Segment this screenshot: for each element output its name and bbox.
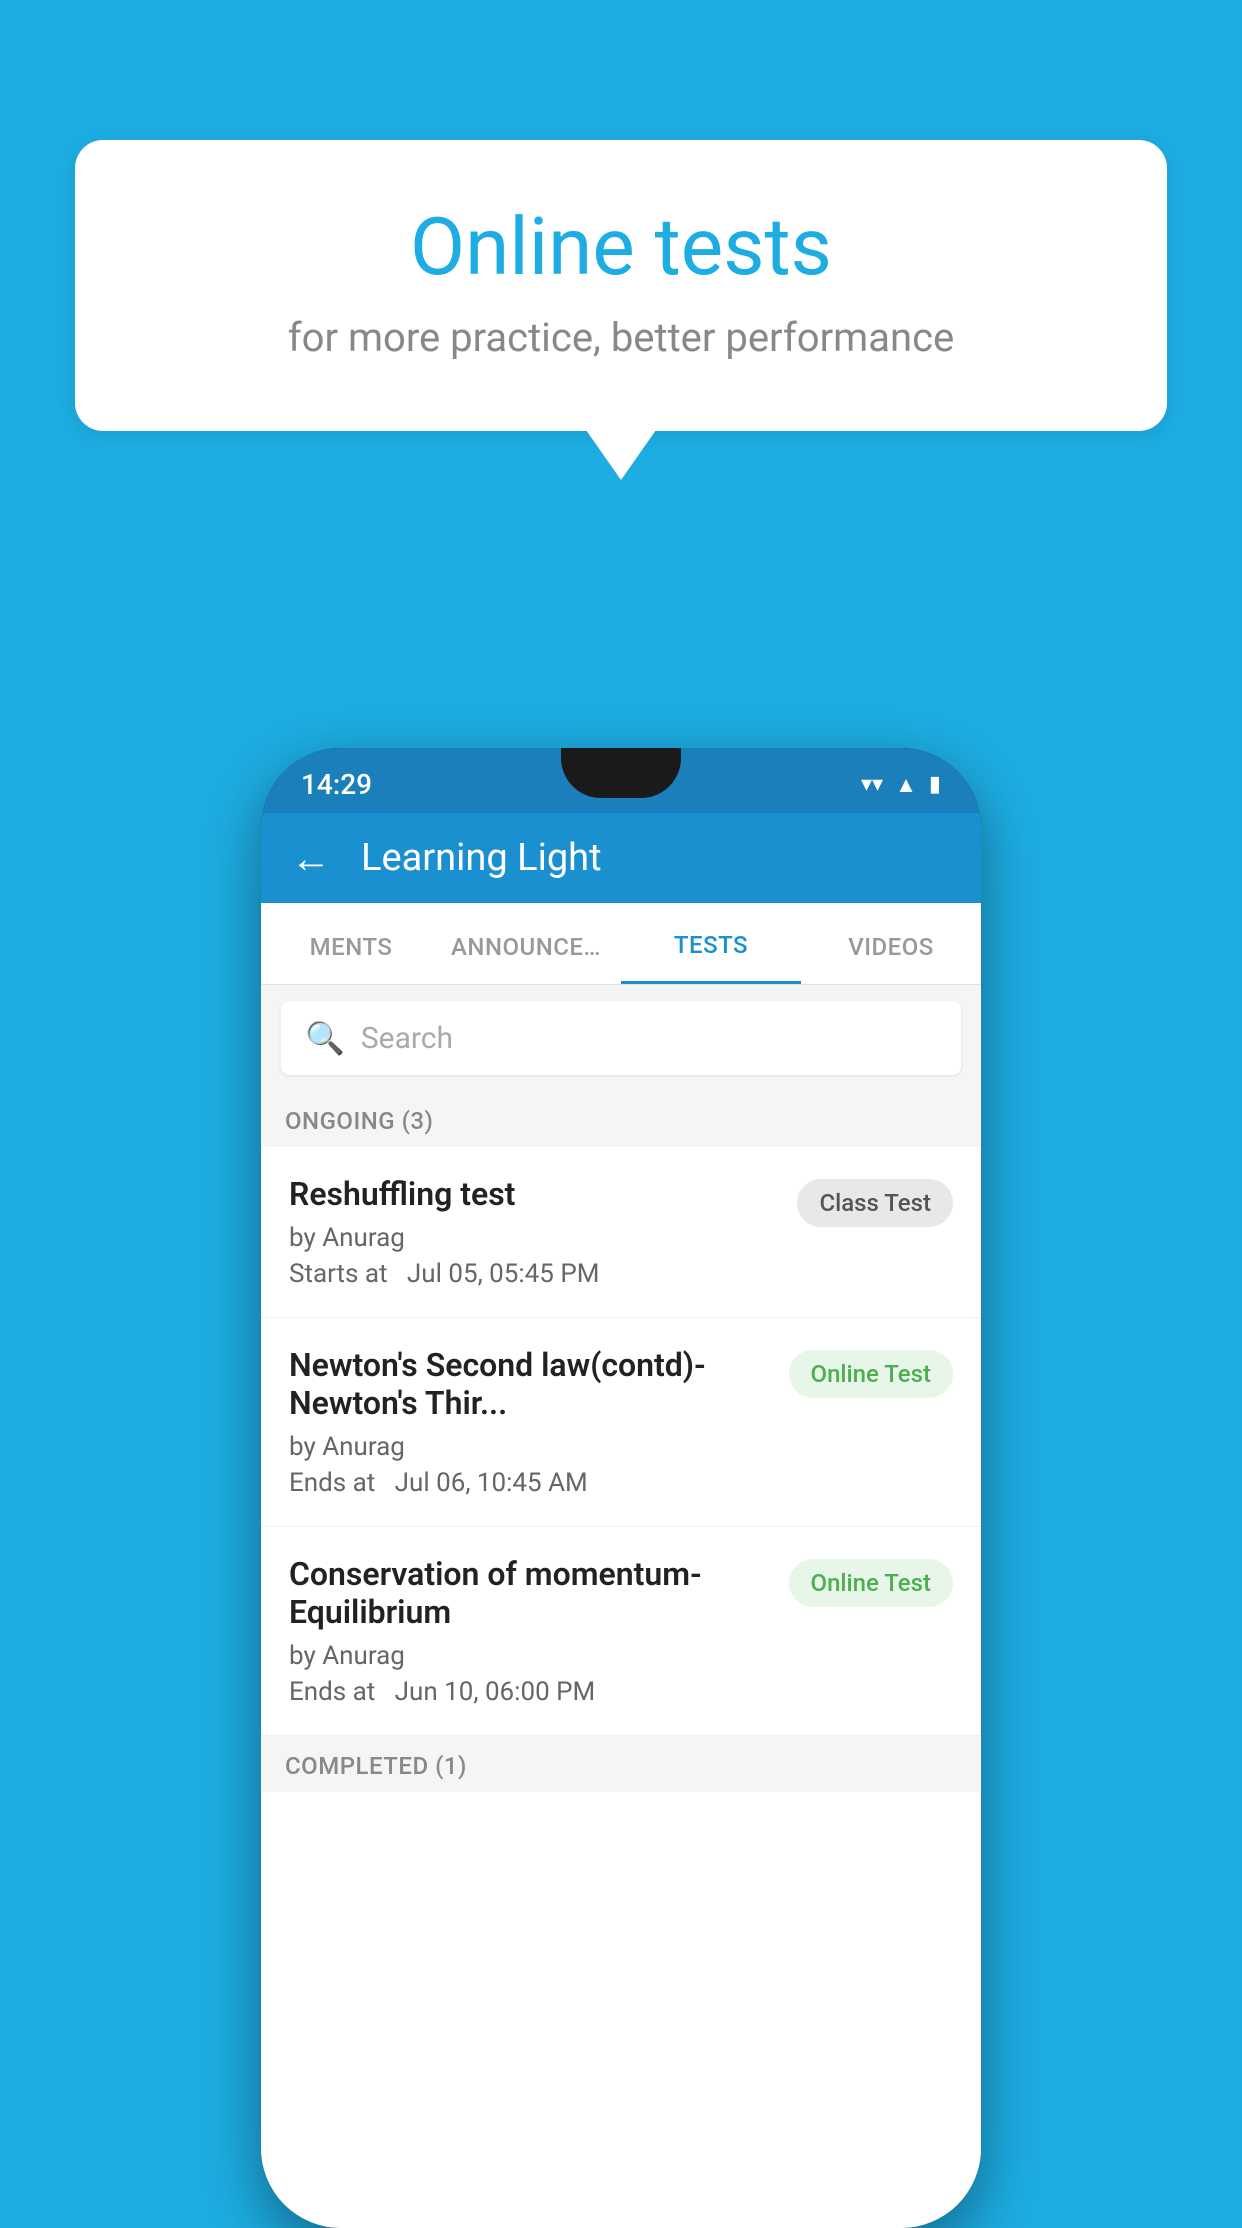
battery-icon: ▮ — [929, 772, 941, 797]
phone-frame: 14:29 ▾▾ ▲ ▮ ← Learning Light MENTS ANNO… — [261, 748, 981, 2228]
ongoing-header: ONGOING (3) — [261, 1091, 981, 1147]
signal-icon: ▲ — [895, 772, 917, 798]
test-item-1-time: Starts at Jul 05, 05:45 PM — [289, 1259, 777, 1289]
status-bar: 14:29 ▾▾ ▲ ▮ — [261, 748, 981, 813]
search-placeholder: Search — [361, 1021, 453, 1056]
speech-bubble-wrapper: Online tests for more practice, better p… — [75, 140, 1167, 480]
test-item-2-name: Newton's Second law(contd)-Newton's Thir… — [289, 1346, 769, 1422]
search-bar[interactable]: 🔍 Search — [281, 1001, 961, 1075]
test-item-3-author: by Anurag — [289, 1641, 769, 1671]
test-item-1-name: Reshuffling test — [289, 1175, 777, 1213]
status-icons: ▾▾ ▲ ▮ — [861, 772, 941, 798]
tab-tests[interactable]: TESTS — [621, 903, 801, 984]
test-item-2-time: Ends at Jul 06, 10:45 AM — [289, 1468, 769, 1498]
app-title: Learning Light — [361, 836, 602, 880]
test-item-2-left: Newton's Second law(contd)-Newton's Thir… — [289, 1346, 769, 1498]
screen-content: 🔍 Search ONGOING (3) Reshuffling test by… — [261, 985, 981, 2228]
completed-header: COMPLETED (1) — [261, 1736, 981, 1792]
tab-ments[interactable]: MENTS — [261, 905, 441, 983]
test-item-3[interactable]: Conservation of momentum-Equilibrium by … — [261, 1527, 981, 1736]
test-item-2-badge: Online Test — [789, 1350, 953, 1398]
test-item-3-badge: Online Test — [789, 1559, 953, 1607]
tests-list: Reshuffling test by Anurag Starts at Jul… — [261, 1147, 981, 2228]
test-item-3-left: Conservation of momentum-Equilibrium by … — [289, 1555, 769, 1707]
tabs-bar: MENTS ANNOUNCEMENTS TESTS VIDEOS — [261, 903, 981, 985]
search-icon: 🔍 — [305, 1019, 345, 1057]
speech-bubble-subtitle: for more practice, better performance — [155, 314, 1087, 361]
status-time: 14:29 — [301, 768, 372, 801]
test-item-1-left: Reshuffling test by Anurag Starts at Jul… — [289, 1175, 777, 1289]
notch — [561, 748, 681, 798]
search-container: 🔍 Search — [261, 985, 981, 1091]
test-item-3-name: Conservation of momentum-Equilibrium — [289, 1555, 769, 1631]
tab-videos[interactable]: VIDEOS — [801, 905, 981, 983]
test-item-1-author: by Anurag — [289, 1223, 777, 1253]
speech-bubble-arrow — [586, 430, 656, 480]
speech-bubble-title: Online tests — [155, 200, 1087, 294]
back-button[interactable]: ← — [291, 835, 331, 882]
test-item-2-author: by Anurag — [289, 1432, 769, 1462]
tab-announcements[interactable]: ANNOUNCEMENTS — [441, 905, 621, 983]
test-item-2[interactable]: Newton's Second law(contd)-Newton's Thir… — [261, 1318, 981, 1527]
test-item-1-badge: Class Test — [797, 1179, 953, 1227]
test-item-3-time: Ends at Jun 10, 06:00 PM — [289, 1677, 769, 1707]
wifi-icon: ▾▾ — [861, 772, 883, 797]
test-item-1[interactable]: Reshuffling test by Anurag Starts at Jul… — [261, 1147, 981, 1318]
app-bar: ← Learning Light — [261, 813, 981, 903]
speech-bubble: Online tests for more practice, better p… — [75, 140, 1167, 431]
